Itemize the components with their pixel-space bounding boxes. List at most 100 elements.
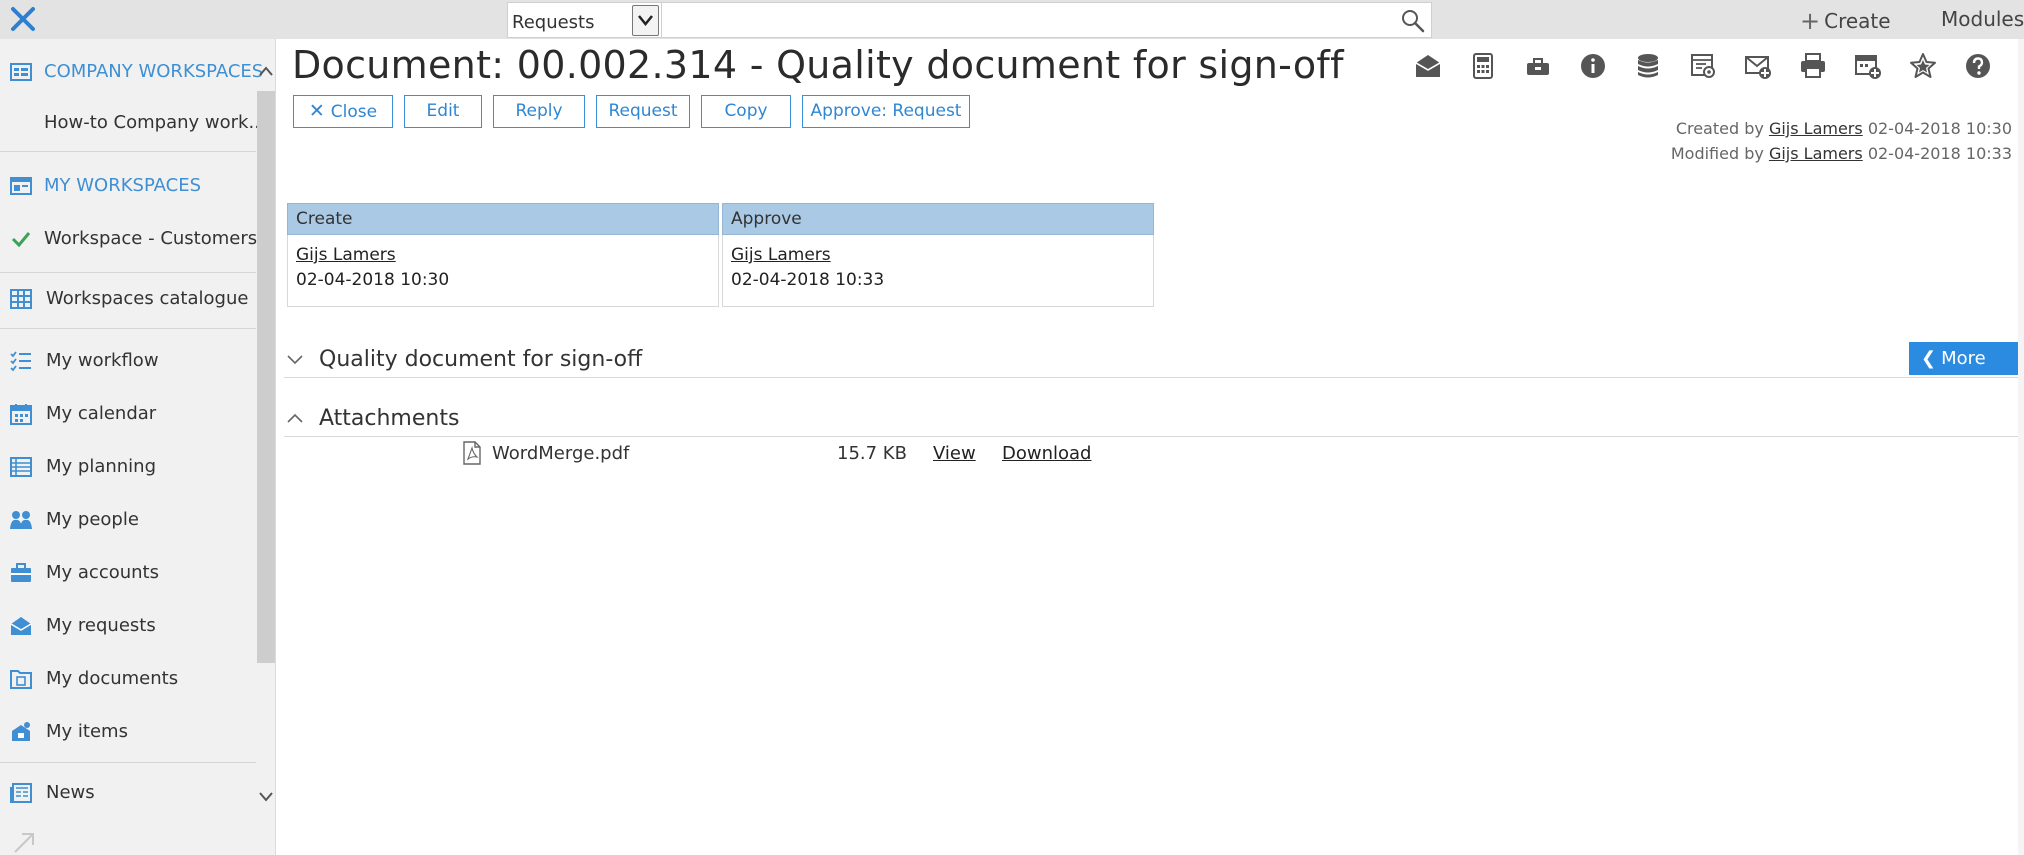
sidebar-item-my-calendar[interactable]: My calendar bbox=[0, 391, 256, 441]
sidebar-item-news[interactable]: News bbox=[0, 770, 256, 820]
top-bar: Requests + Create Modules bbox=[0, 0, 2024, 39]
sidebar: COMPANY WORKSPACES How-to Company work..… bbox=[0, 39, 276, 855]
modified-prefix: Modified by bbox=[1670, 144, 1764, 163]
checklist-icon bbox=[10, 351, 31, 372]
expand-arrow-icon[interactable] bbox=[12, 831, 36, 855]
sidebar-scroll-thumb[interactable] bbox=[257, 91, 275, 663]
my-workspace-icon bbox=[10, 177, 32, 195]
open-mail-icon[interactable] bbox=[1414, 52, 1442, 80]
news-icon bbox=[10, 783, 32, 803]
pdf-file-icon bbox=[463, 441, 481, 465]
preview-icon[interactable] bbox=[1689, 52, 1717, 80]
chevron-up-icon[interactable] bbox=[258, 65, 274, 77]
close-icon: ✕ bbox=[308, 100, 325, 122]
sidebar-item-my-people[interactable]: My people bbox=[0, 497, 256, 547]
approve-request-button[interactable]: Approve: Request bbox=[802, 95, 970, 128]
calendar-add-icon[interactable] bbox=[1854, 52, 1882, 80]
document-icon bbox=[10, 670, 32, 689]
sidebar-item-how-to[interactable]: How-to Company work... bbox=[0, 98, 266, 148]
database-icon[interactable] bbox=[1634, 52, 1662, 80]
sidebar-item-label: My planning bbox=[46, 456, 157, 477]
request-icon bbox=[10, 617, 32, 635]
create-label: Create bbox=[1824, 9, 1891, 33]
status-header: Create bbox=[287, 203, 719, 235]
search-icon[interactable] bbox=[1400, 8, 1426, 34]
sidebar-item-label: My calendar bbox=[46, 403, 157, 424]
modified-date: 02-04-2018 10:33 bbox=[1867, 144, 2012, 163]
sidebar-divider bbox=[0, 272, 256, 273]
status-date: 02-04-2018 10:33 bbox=[731, 270, 885, 290]
briefcase-icon bbox=[11, 563, 31, 582]
sidebar-item-my-documents[interactable]: My documents bbox=[0, 656, 256, 706]
view-link[interactable]: View bbox=[933, 443, 976, 464]
chevron-left-icon: ❮ bbox=[1921, 348, 1937, 369]
edit-button[interactable]: Edit bbox=[404, 95, 482, 128]
created-date: 02-04-2018 10:30 bbox=[1867, 119, 2012, 138]
sidebar-item-my-planning[interactable]: My planning bbox=[0, 444, 256, 494]
modules-label: Modules bbox=[1941, 7, 2024, 31]
star-icon[interactable] bbox=[1909, 52, 1937, 80]
sidebar-item-label: My items bbox=[46, 721, 128, 742]
download-link[interactable]: Download bbox=[1002, 443, 1091, 464]
section-title: Attachments bbox=[319, 406, 460, 431]
section-quality-document[interactable]: Quality document for sign-off bbox=[284, 342, 2020, 378]
sidebar-item-my-workflow[interactable]: My workflow bbox=[0, 338, 256, 388]
chevron-down-icon[interactable] bbox=[258, 791, 274, 803]
create-button[interactable]: + Create bbox=[1800, 7, 1891, 35]
status-approve-column: Approve Gijs Lamers 02-04-2018 10:33 bbox=[722, 203, 1154, 307]
attachment-row: WordMerge.pdf 15.7 KB View Download bbox=[284, 439, 1484, 469]
sidebar-item-label: Workspace - Customers bbox=[44, 228, 258, 249]
close-app-icon[interactable] bbox=[8, 4, 38, 34]
grid-icon bbox=[10, 289, 32, 309]
copy-button-label: Copy bbox=[724, 101, 768, 121]
close-button-label: Close bbox=[330, 102, 378, 122]
plus-icon: + bbox=[1800, 7, 1821, 35]
modified-user-link[interactable]: Gijs Lamers bbox=[1769, 144, 1863, 163]
planning-icon bbox=[10, 457, 32, 477]
sidebar-item-label: My people bbox=[46, 509, 139, 530]
help-icon[interactable] bbox=[1964, 52, 1992, 80]
modules-button[interactable]: Modules bbox=[1941, 7, 2024, 31]
status-header: Approve bbox=[722, 203, 1154, 235]
search-input[interactable] bbox=[662, 2, 1432, 38]
copy-button[interactable]: Copy bbox=[701, 95, 791, 128]
sidebar-item-label: MY WORKSPACES bbox=[44, 175, 202, 196]
sidebar-item-workspace-customers[interactable]: Workspace - Customers bbox=[0, 214, 258, 264]
print-icon[interactable] bbox=[1799, 52, 1827, 80]
sidebar-divider bbox=[0, 328, 256, 329]
sidebar-item-my-workspaces[interactable]: MY WORKSPACES bbox=[0, 161, 256, 211]
more-button[interactable]: ❮ More bbox=[1909, 342, 2019, 375]
status-user-link[interactable]: Gijs Lamers bbox=[296, 243, 710, 268]
status-date: 02-04-2018 10:30 bbox=[296, 270, 450, 290]
search-type-select[interactable]: Requests bbox=[507, 2, 662, 38]
sidebar-item-label: News bbox=[46, 782, 95, 803]
reply-button[interactable]: Reply bbox=[493, 95, 585, 128]
sidebar-item-company-workspaces[interactable]: COMPANY WORKSPACES bbox=[0, 47, 263, 97]
more-button-label: More bbox=[1941, 348, 1986, 369]
main-scrollbar[interactable] bbox=[2018, 39, 2024, 855]
sidebar-item-label: Workspaces catalogue bbox=[46, 288, 249, 309]
people-icon bbox=[10, 511, 32, 529]
sidebar-divider bbox=[0, 151, 256, 152]
section-attachments[interactable]: Attachments bbox=[284, 401, 2020, 437]
status-user-link[interactable]: Gijs Lamers bbox=[731, 243, 1145, 268]
sidebar-item-label: My requests bbox=[46, 615, 156, 636]
sidebar-item-my-requests[interactable]: My requests bbox=[0, 603, 256, 653]
close-button[interactable]: ✕ Close bbox=[293, 95, 393, 128]
chevron-down-icon bbox=[638, 15, 653, 26]
sidebar-item-my-accounts[interactable]: My accounts bbox=[0, 550, 256, 600]
sidebar-item-workspaces-catalogue[interactable]: Workspaces catalogue bbox=[0, 276, 256, 326]
mail-add-icon[interactable] bbox=[1744, 52, 1772, 80]
calculator-icon[interactable] bbox=[1469, 52, 1497, 80]
sidebar-item-label: COMPANY WORKSPACES bbox=[44, 61, 264, 82]
approve-request-button-label: Approve: Request bbox=[810, 101, 962, 121]
sidebar-item-label: My workflow bbox=[46, 350, 159, 371]
status-cell: Gijs Lamers 02-04-2018 10:30 bbox=[287, 235, 719, 307]
info-icon[interactable] bbox=[1579, 52, 1607, 80]
checkmark-icon bbox=[11, 232, 31, 248]
sidebar-item-my-items[interactable]: My items bbox=[0, 709, 256, 759]
request-button[interactable]: Request bbox=[596, 95, 690, 128]
dropdown-button[interactable] bbox=[632, 5, 659, 36]
created-user-link[interactable]: Gijs Lamers bbox=[1769, 119, 1863, 138]
toolbox-icon[interactable] bbox=[1524, 52, 1552, 80]
